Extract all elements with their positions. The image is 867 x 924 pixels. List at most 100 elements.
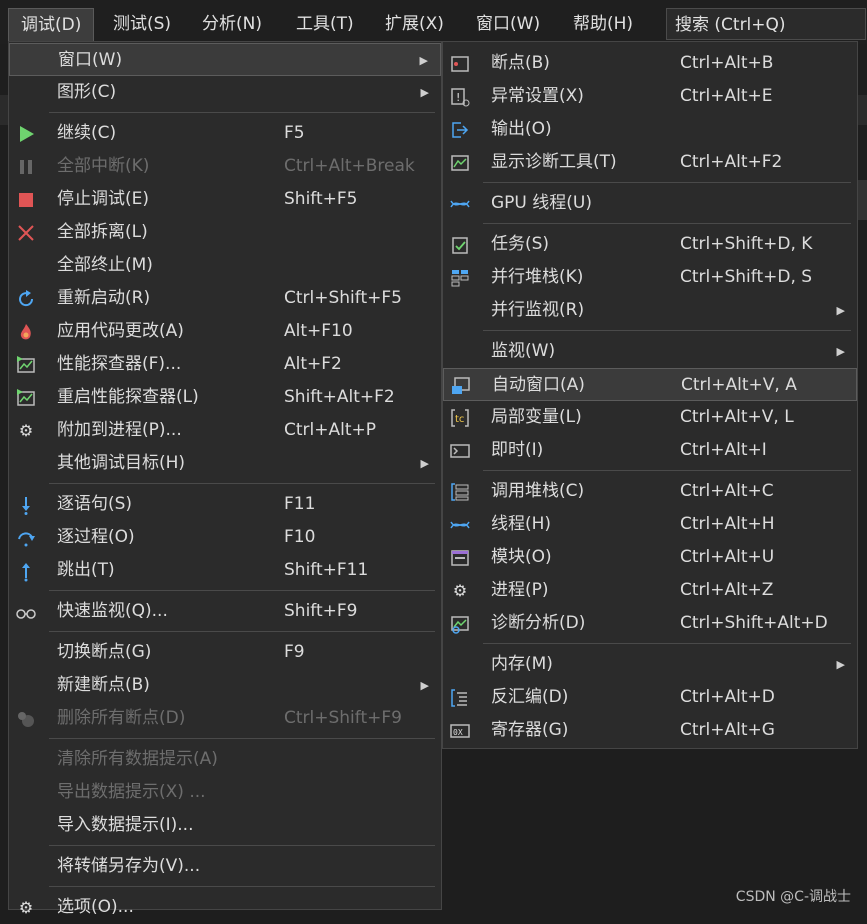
menu-item-step-into[interactable]: 逐语句(S) F11 <box>9 488 441 521</box>
menu-item-output[interactable]: 输出(O) <box>443 113 857 146</box>
detach-icon <box>15 222 37 244</box>
menu-item-label: 监视(W) <box>491 341 556 361</box>
submenu-arrow-icon: ▶ <box>420 86 429 99</box>
threads-icon <box>449 514 471 536</box>
menu-item-processes[interactable]: ⚙ 进程(P) Ctrl+Alt+Z <box>443 574 857 607</box>
menu-item-export-datatips[interactable]: 导出数据提示(X) ... <box>9 776 441 809</box>
menu-item-label: 将转储另存为(V)... <box>57 856 201 876</box>
exception-settings-icon: ! <box>449 86 471 108</box>
watermark: CSDN @C-调战士 <box>735 889 851 905</box>
menu-item-attach-to-process[interactable]: ⚙ 附加到进程(P)... Ctrl+Alt+P <box>9 414 441 447</box>
menu-item-shortcut: Ctrl+Alt+H <box>680 514 775 534</box>
locals-icon: tc <box>449 407 471 429</box>
menu-item-other-debug-targets[interactable]: 其他调试目标(H) ▶ <box>9 447 441 480</box>
menu-item-delete-all-breakpoints[interactable]: 删除所有断点(D) Ctrl+Shift+F9 <box>9 702 441 735</box>
menu-item-label: 图形(C) <box>57 82 117 102</box>
menu-item-shortcut: F10 <box>284 527 316 547</box>
menu-item-exception-settings[interactable]: ! 异常设置(X) Ctrl+Alt+E <box>443 80 857 113</box>
svg-text:tc: tc <box>455 414 464 425</box>
menu-window[interactable]: 窗口(W) <box>464 8 552 40</box>
menu-item-shortcut: Shift+Alt+F2 <box>284 387 395 407</box>
separator <box>49 483 435 484</box>
menu-item-label: 其他调试目标(H) <box>57 453 186 473</box>
debug-menu: 窗口(W) ▶ 图形(C) ▶ 继续(C) F5 全部中断(K) Ctrl+Al… <box>8 41 442 917</box>
menu-item-memory[interactable]: 内存(M) ▶ <box>443 648 857 681</box>
svg-text:0X: 0X <box>453 728 463 737</box>
menu-item-parallel-stacks[interactable]: 并行堆栈(K) Ctrl+Shift+D, S <box>443 261 857 294</box>
menu-item-stop-debugging[interactable]: 停止调试(E) Shift+F5 <box>9 183 441 216</box>
menu-item-disassembly[interactable]: 反汇编(D) Ctrl+Alt+D <box>443 681 857 714</box>
menu-item-threads[interactable]: 线程(H) Ctrl+Alt+H <box>443 508 857 541</box>
menu-item-import-datatips[interactable]: 导入数据提示(I)... <box>9 809 441 842</box>
menu-item-label: 选项(O)... <box>57 897 134 917</box>
menu-item-breakpoints[interactable]: 断点(B) Ctrl+Alt+B <box>443 47 857 80</box>
separator <box>483 470 851 471</box>
menu-item-label: 停止调试(E) <box>57 189 150 209</box>
menu-item-gpu-threads[interactable]: GPU 线程(U) <box>443 187 857 220</box>
separator <box>49 845 435 846</box>
menu-test[interactable]: 测试(S) <box>101 8 183 40</box>
menu-item-label: 寄存器(G) <box>491 720 569 740</box>
menu-item-step-over[interactable]: 逐过程(O) F10 <box>9 521 441 554</box>
delete-breakpoints-icon <box>15 708 37 730</box>
menu-item-diagnostic-analysis[interactable]: 诊断分析(D) Ctrl+Shift+Alt+D <box>443 607 857 640</box>
search-box[interactable]: 搜索 (Ctrl+Q) <box>666 8 866 40</box>
menu-item-shortcut: Ctrl+Alt+G <box>680 720 775 740</box>
menu-item-options[interactable]: ⚙ 选项(O)... <box>9 891 441 924</box>
menu-item-toggle-breakpoint[interactable]: 切换断点(G) F9 <box>9 636 441 669</box>
menu-item-break-all[interactable]: 全部中断(K) Ctrl+Alt+Break <box>9 150 441 183</box>
menu-item-locals[interactable]: tc 局部变量(L) Ctrl+Alt+V, L <box>443 401 857 434</box>
separator <box>49 886 435 887</box>
menu-item-shortcut: Ctrl+Alt+P <box>284 420 377 440</box>
menu-analyze[interactable]: 分析(N) <box>190 8 274 40</box>
menu-item-shortcut: Shift+F9 <box>284 601 358 621</box>
menu-item-clear-datatips[interactable]: 清除所有数据提示(A) <box>9 743 441 776</box>
menu-item-call-stack[interactable]: 调用堆栈(C) Ctrl+Alt+C <box>443 475 857 508</box>
menu-item-detach-all[interactable]: 全部拆离(L) <box>9 216 441 249</box>
menu-item-registers[interactable]: 0X 寄存器(G) Ctrl+Alt+G <box>443 714 857 747</box>
menu-item-new-breakpoint[interactable]: 新建断点(B) ▶ <box>9 669 441 702</box>
menu-item-shortcut: Ctrl+Shift+F5 <box>284 288 402 308</box>
separator <box>49 738 435 739</box>
menu-item-label: 跳出(T) <box>57 560 115 580</box>
step-over-icon <box>15 527 37 549</box>
submenu-arrow-icon: ▶ <box>836 658 845 671</box>
submenu-arrow-icon: ▶ <box>836 345 845 358</box>
menu-item-relaunch-profiler[interactable]: 重启性能探查器(L) Shift+Alt+F2 <box>9 381 441 414</box>
menu-item-label: 窗口(W) <box>58 50 123 70</box>
menu-item-performance-profiler[interactable]: 性能探查器(F)... Alt+F2 <box>9 348 441 381</box>
menu-item-label: 切换断点(G) <box>57 642 152 662</box>
menu-item-label: 重新启动(R) <box>57 288 151 308</box>
menu-tools[interactable]: 工具(T) <box>284 8 366 40</box>
tasks-icon <box>449 234 471 256</box>
menu-item-shortcut: Ctrl+Alt+E <box>680 86 773 106</box>
menu-item-step-out[interactable]: 跳出(T) Shift+F11 <box>9 554 441 587</box>
stop-icon <box>15 189 37 211</box>
menu-item-graphics[interactable]: 图形(C) ▶ <box>9 76 441 109</box>
menu-item-immediate[interactable]: 即时(I) Ctrl+Alt+I <box>443 434 857 467</box>
menu-item-parallel-watch[interactable]: 并行监视(R) ▶ <box>443 294 857 327</box>
menu-item-shortcut: F5 <box>284 123 305 143</box>
menu-item-label: 应用代码更改(A) <box>57 321 184 341</box>
menu-item-diagnostic-tools[interactable]: 显示诊断工具(T) Ctrl+Alt+F2 <box>443 146 857 179</box>
menu-item-shortcut: Ctrl+Alt+V, A <box>681 375 797 395</box>
menu-help[interactable]: 帮助(H) <box>561 8 645 40</box>
menu-item-autos[interactable]: 自动窗口(A) Ctrl+Alt+V, A <box>443 368 857 401</box>
menu-item-apply-code-changes[interactable]: 应用代码更改(A) Alt+F10 <box>9 315 441 348</box>
menu-item-label: 重启性能探查器(L) <box>57 387 199 407</box>
menu-item-terminate-all[interactable]: 全部终止(M) <box>9 249 441 282</box>
menu-item-shortcut: F11 <box>284 494 316 514</box>
menu-item-watch[interactable]: 监视(W) ▶ <box>443 335 857 368</box>
menu-item-label: 自动窗口(A) <box>492 375 585 395</box>
menu-item-quick-watch[interactable]: 快速监视(Q)... Shift+F9 <box>9 595 441 628</box>
menu-item-continue[interactable]: 继续(C) F5 <box>9 117 441 150</box>
menu-item-shortcut: Ctrl+Shift+F9 <box>284 708 402 728</box>
menu-item-label: 模块(O) <box>491 547 552 567</box>
menu-extensions[interactable]: 扩展(X) <box>373 8 456 40</box>
menu-item-tasks[interactable]: 任务(S) Ctrl+Shift+D, K <box>443 228 857 261</box>
menu-item-modules[interactable]: 模块(O) Ctrl+Alt+U <box>443 541 857 574</box>
menu-item-window[interactable]: 窗口(W) ▶ <box>9 43 441 76</box>
menu-debug[interactable]: 调试(D) <box>8 8 95 41</box>
menu-item-restart[interactable]: 重新启动(R) Ctrl+Shift+F5 <box>9 282 441 315</box>
menu-item-save-dump-as[interactable]: 将转储另存为(V)... <box>9 850 441 883</box>
